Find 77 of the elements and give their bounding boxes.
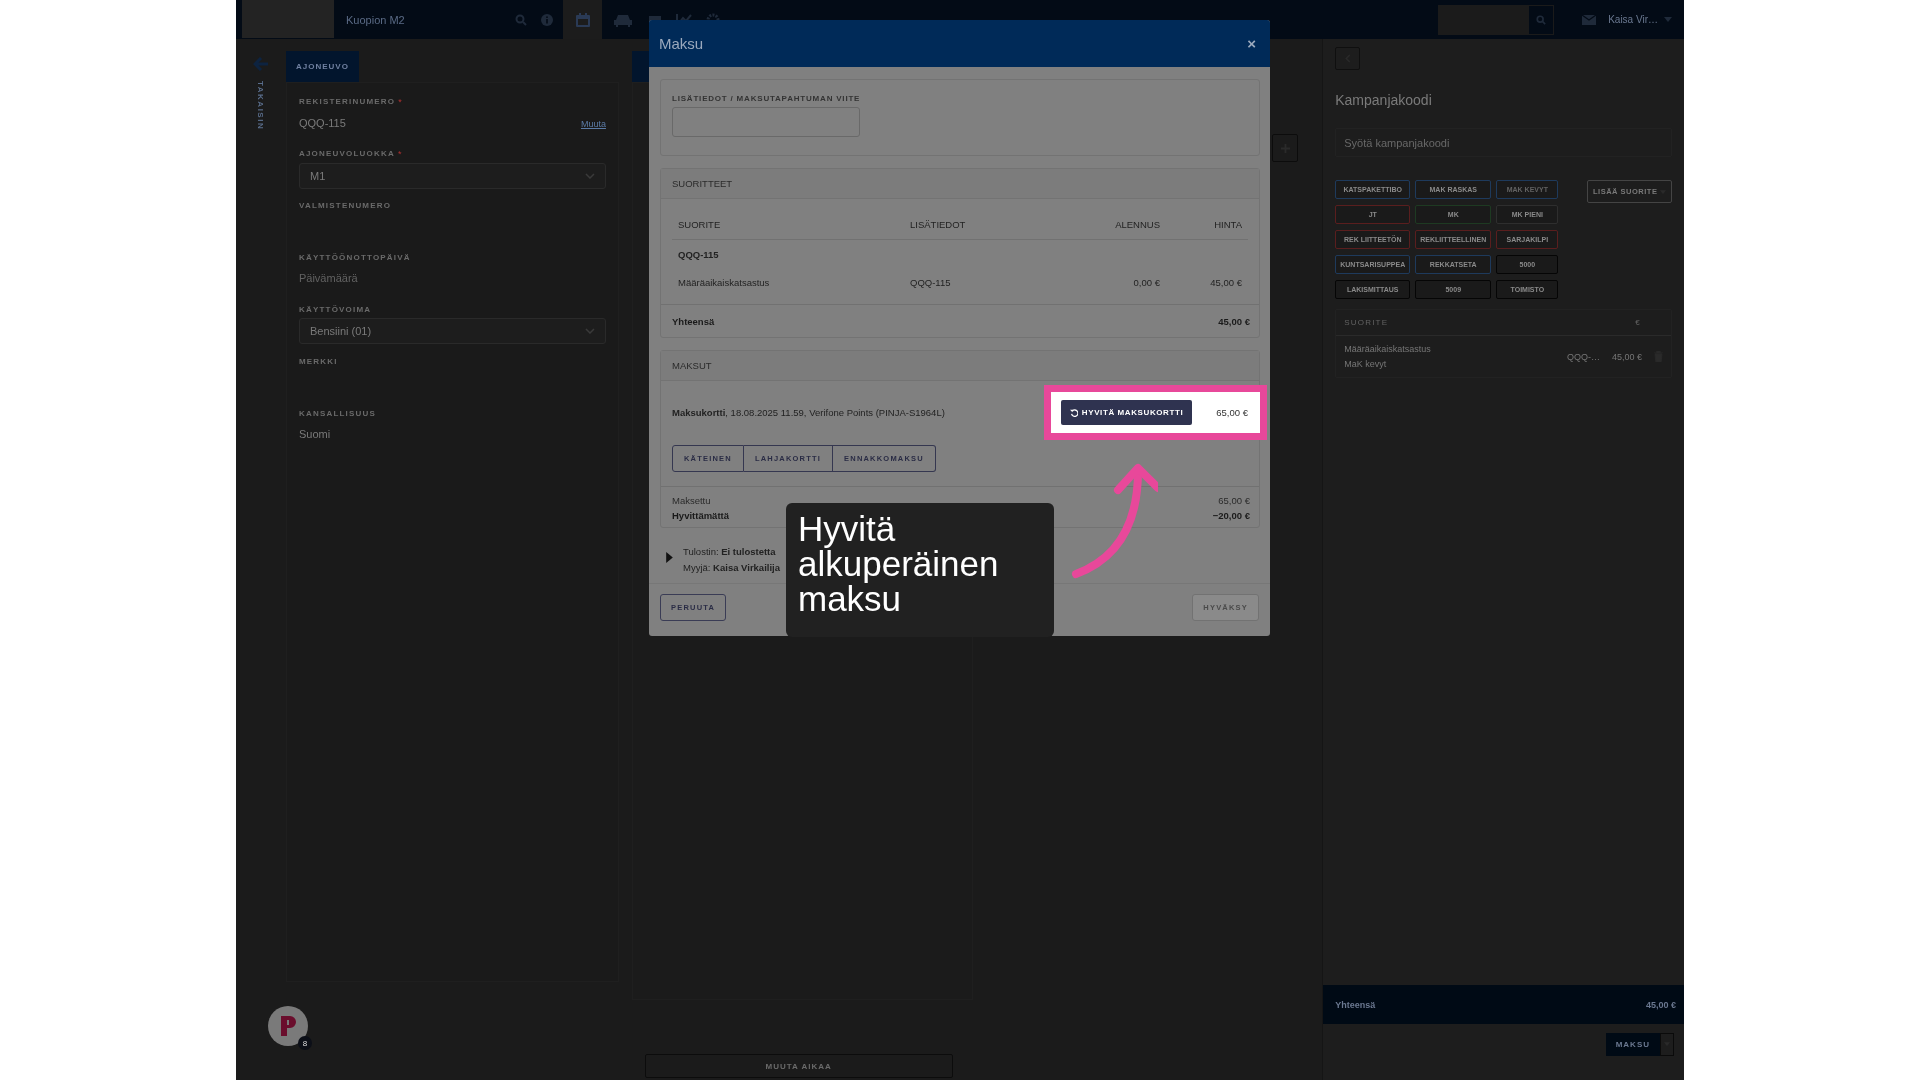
chevron-icon xyxy=(584,173,595,179)
table-cell-text: Määräaikaiskatsastus xyxy=(677,276,771,288)
change-time-button[interactable]: MUUTA AIKAA xyxy=(644,1054,953,1078)
field-label: KÄYTTÖÖNOTTOPÄIVÄ xyxy=(298,253,411,262)
total-label: Yhteensä xyxy=(1335,999,1376,1010)
paid-label: Maksettu xyxy=(672,495,711,506)
pay-button[interactable]: MAKSU xyxy=(1605,1032,1660,1056)
total-value: 45,00 € xyxy=(1218,315,1250,327)
select-field[interactable]: M1 xyxy=(298,163,606,189)
unrefunded-label: Hyvittämättä xyxy=(672,510,730,521)
required-mark: * xyxy=(398,97,402,107)
column-header: LISÄTIEDOT xyxy=(910,218,967,230)
column-header: SUORITE xyxy=(677,218,722,230)
payment-amount: 65,00 € xyxy=(1216,407,1248,418)
calendar-tab[interactable] xyxy=(563,0,602,39)
back-button[interactable] xyxy=(1335,47,1361,70)
change-link[interactable]: Muuta xyxy=(580,119,606,129)
total-label: Yhteensä xyxy=(672,315,715,327)
panel-title: Kampanjakoodi xyxy=(1335,92,1433,108)
notification-badge: 8 xyxy=(297,1036,312,1050)
table-cell-text: 0,00 € xyxy=(1132,276,1160,288)
service-name: Määräaikaiskatsastus xyxy=(1344,344,1432,354)
column-header: ALENNUS xyxy=(1114,218,1160,230)
expand-icon[interactable] xyxy=(666,552,673,563)
refund-button[interactable]: HYVITÄ MAKSUKORTTI xyxy=(1060,400,1193,425)
section-title: MAKSUT xyxy=(661,351,1259,381)
car-icon[interactable] xyxy=(614,12,634,27)
column-header: HINTA xyxy=(1213,218,1243,230)
search-button[interactable] xyxy=(1528,4,1555,35)
table-cell-text: 45,00 € xyxy=(1209,276,1243,288)
user-menu[interactable]: Kaisa Vir… xyxy=(1608,14,1658,25)
field-value: Suomi xyxy=(298,428,331,440)
info-icon[interactable] xyxy=(541,13,553,26)
location-label[interactable]: Kuopion M2 xyxy=(346,13,501,26)
vehicle-tab[interactable]: AJONEUVO xyxy=(285,51,359,82)
select-field[interactable]: Bensiini (01) xyxy=(298,318,606,344)
field-label: VALMISTENUMERO xyxy=(298,201,392,210)
table-cell-text: QQQ-115 xyxy=(910,276,952,288)
mail-icon[interactable] xyxy=(1582,14,1597,25)
calendar-icon xyxy=(574,11,591,28)
close-button[interactable]: × xyxy=(1245,35,1258,52)
table-cell: QQQ-… xyxy=(1566,351,1600,362)
field-label: LISÄTIEDOT / MAKSUTAPAHTUMAN VIITE xyxy=(672,94,862,103)
column-header: € xyxy=(1635,318,1641,327)
table-cell: 45,00 € xyxy=(1611,351,1642,362)
payment-description: Maksukortti, 18.08.2025 11.59, Verifone Points (PINJA-S1964L) xyxy=(672,407,945,418)
unrefunded-value: −20,00 € xyxy=(1212,510,1250,521)
date-field[interactable]: Päivämäärä xyxy=(298,272,358,284)
field-label: MERKKI xyxy=(298,357,338,366)
field-label: KANSALLISUUS xyxy=(298,409,377,418)
field-label: KÄYTTÖVOIMA xyxy=(298,305,372,314)
avatar-icon[interactable] xyxy=(267,1006,308,1046)
undo-icon xyxy=(1069,408,1078,417)
pay-menu-button[interactable] xyxy=(1660,1032,1674,1056)
chevron-icon xyxy=(584,328,595,334)
required-mark: * xyxy=(397,149,402,159)
add-button[interactable] xyxy=(1272,134,1299,162)
group-title: QQQ-115 xyxy=(677,248,720,260)
back-label[interactable]: TAKAISIN xyxy=(256,81,266,131)
field-label: AJONEUVOLUOKKA xyxy=(298,149,395,159)
campaign-code-field[interactable]: Syötä kampanjakoodi xyxy=(1335,128,1672,157)
search-field[interactable] xyxy=(1438,4,1529,35)
printer-info: Tulostin: Ei tulostetta xyxy=(683,546,777,557)
field-label: REKISTERINUMERO xyxy=(298,97,396,107)
search-icon xyxy=(1536,14,1547,25)
caret-icon xyxy=(1664,17,1672,22)
search-icon[interactable] xyxy=(515,13,527,26)
total-value: 45,00 € xyxy=(1645,999,1676,1010)
column-header: SUORITE xyxy=(1344,318,1389,327)
section-title: SUORITTEET xyxy=(661,169,1259,199)
paid-value: 65,00 € xyxy=(1218,495,1250,506)
callout: Hyvitä alkuperäinen maksu xyxy=(786,503,1054,637)
seller-info: Myyjä: Kaisa Virkailija xyxy=(683,562,780,573)
back-arrow-icon[interactable] xyxy=(253,57,269,71)
service-detail: MaK kevyt xyxy=(1344,359,1388,369)
dialog-title: Maksu xyxy=(659,35,704,52)
field-value: QQQ-115 xyxy=(298,117,346,129)
